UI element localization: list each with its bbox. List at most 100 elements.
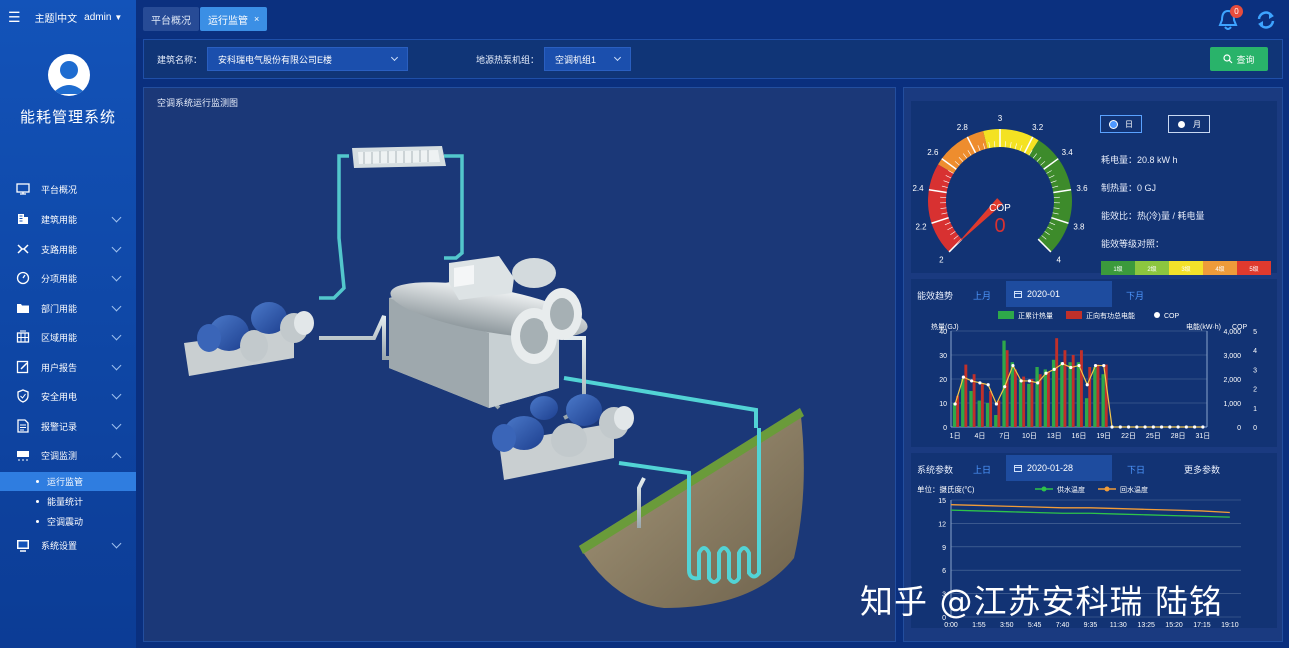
month-radio[interactable]: 月 [1168,115,1210,133]
unit-select-value: 空调机组1 [555,54,597,65]
calendar-icon [1014,291,1022,298]
query-button[interactable]: 查询 [1210,47,1268,71]
x-tick: 31日 [1195,432,1210,440]
hvac-system-diagram [184,146,804,608]
cop-point [1193,425,1197,429]
sidebar-item[interactable]: 部门用能 [0,297,136,319]
next-day-button[interactable]: 下日 [1127,463,1145,476]
sidebar-subitem[interactable]: 空调震动 [0,512,136,531]
tab-label: 平台概况 [151,15,191,27]
bullet-icon [36,520,39,523]
gauge-tick-label: 2.8 [957,123,969,132]
unit-label: 地源热泵机组： [476,55,540,65]
y-tick-right: 1,000 [1223,401,1241,408]
gauge-tick-label: 2 [939,256,944,265]
cop-gauge: 2 2.2 2.4 2.6 2.8 3 3.2 3.4 3.6 3.8 4 COP0 [912,114,1088,265]
bar-power [1096,364,1100,427]
bar-power [989,391,993,427]
chevron-down-icon [390,53,399,62]
sidebar-item[interactable]: 空调监测 [0,444,136,466]
y-tick-right2: 4 [1253,348,1257,355]
next-month-button[interactable]: 下月 [1126,289,1144,302]
user-menu[interactable]: admin [84,12,111,23]
bullet-icon [36,500,39,503]
sidebar-item[interactable]: 区域用能 [0,326,136,348]
chevron-down-icon [111,212,122,222]
y-tick: 12 [938,521,946,528]
tab-operation-supervision[interactable]: 运行监管 × [200,7,268,31]
prev-day-button[interactable]: 上日 [973,463,991,476]
sidebar-item[interactable]: 安全用电 [0,385,136,407]
month-picker[interactable]: 2020-01 [1006,281,1112,307]
day-radio[interactable]: 日 [1100,115,1142,133]
cop-point [1052,367,1056,371]
refresh-icon[interactable] [1255,9,1277,31]
caret-down-icon[interactable]: ▼ [114,13,122,22]
grid-icon [16,330,30,344]
legend-cop: COP [1164,313,1180,320]
cop-point [1201,425,1205,429]
language-switch[interactable]: 中文 [57,10,77,25]
more-params-button[interactable]: 更多参数 [1184,463,1220,476]
gauge-tick-label: 2.2 [915,223,927,232]
cop-point [1135,425,1139,429]
avatar[interactable] [48,54,90,96]
gauge-value: 0 [994,215,1005,237]
building-select[interactable]: 安科瑞电气股份有限公司E楼 [207,47,408,71]
bar-heat [1093,367,1097,427]
sidebar-item[interactable]: 支路用能 [0,238,136,260]
sidebar-item-label: 区域用能 [41,332,78,343]
sidebar-item-settings[interactable]: 系统设置 [0,534,136,556]
sidebar-subitem[interactable]: 能量统计 [0,492,136,511]
bar-power [1046,371,1050,427]
heat-label: 制热量： [1101,183,1138,193]
date-picker[interactable]: 2020-01-28 [1006,455,1112,481]
notification-badge: 0 [1230,5,1243,18]
y-tick-right2: 1 [1253,406,1257,413]
close-icon[interactable]: × [254,14,259,24]
y-tick-right: 3,000 [1223,353,1241,360]
x-tick: 19:10 [1221,622,1239,628]
bar-power [1080,350,1083,427]
legend-supply: 供水温度 [1057,485,1085,494]
bar-power [1005,350,1009,427]
watermark: 知乎 @江苏安科瑞 陆铭 [860,582,1223,621]
sidebar-item[interactable]: 平台概况 [0,178,136,200]
bar-heat [994,415,998,427]
y-tick-right: 2,000 [1223,377,1241,384]
edit-icon [16,360,30,374]
prev-month-button[interactable]: 上月 [973,289,991,302]
cop-point [994,402,999,406]
legend-return: 回水温度 [1120,485,1148,494]
sidebar-item[interactable]: 用户报告 [0,356,136,378]
cop-point [953,402,957,406]
tab-overview[interactable]: 平台概况 [143,7,199,31]
bar-power [1022,376,1026,427]
sidebar: ☰ 主题 | 中文 admin ▼ 能耗管理系统 平台概况 建筑用能 支路用能 分项用… [0,0,136,648]
hamburger-menu-icon[interactable]: ☰ [8,9,21,26]
cop-point [1151,425,1155,429]
efficiency-level-5: 5级 [1237,261,1271,275]
power-label: 耗电量： [1101,155,1138,165]
gauge-band [938,130,988,174]
bar-heat [1076,362,1080,427]
chevron-down-icon [111,538,122,548]
sidebar-item[interactable]: 报警记录 [0,415,136,437]
sidebar-subitem[interactable]: 运行监管 [0,472,136,491]
trend-title: 能效趋势 [917,291,954,301]
sidebar-item[interactable]: 分项用能 [0,267,136,289]
bullet-icon [36,480,39,483]
theme-switch[interactable]: 主题 [35,10,55,25]
gauge-tick-label: 2.6 [927,148,939,157]
monitoring-panel: 空调系统运行监测图 [143,87,896,642]
gauge-tick-label: 3.2 [1032,123,1044,132]
bar-heat [1084,398,1089,427]
chiller-unit [389,256,588,408]
gauge-icon [16,271,30,285]
chevron-down-icon [111,360,122,370]
building-select-value: 安科瑞电气股份有限公司E楼 [218,54,333,65]
unit-select[interactable]: 空调机组1 [544,47,631,71]
cop-point [1036,381,1040,385]
sidebar-item[interactable]: 建筑用能 [0,208,136,230]
bar-power [1063,350,1067,427]
